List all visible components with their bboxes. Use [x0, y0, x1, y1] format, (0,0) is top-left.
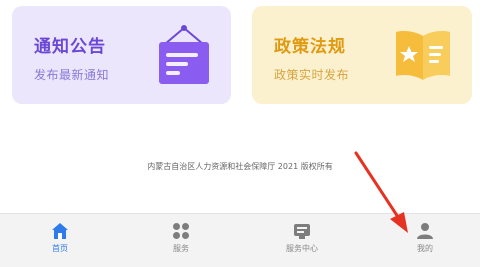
tab-service-center[interactable]: 服务中心	[262, 214, 342, 267]
bottom-tab-bar: 首页 服务 服务中心 我的	[0, 213, 480, 267]
tab-services-label: 服务	[173, 244, 189, 253]
tab-profile[interactable]: 我的	[385, 214, 465, 267]
service-center-icon	[294, 224, 310, 239]
tab-service-center-label: 服务中心	[286, 244, 318, 253]
tab-home[interactable]: 首页	[20, 214, 100, 267]
tab-home-label: 首页	[52, 244, 68, 253]
notice-card-title: 通知公告	[34, 37, 106, 57]
policy-card-subtitle: 政策实时发布	[274, 68, 350, 82]
policy-book-icon	[396, 31, 450, 80]
copyright-text: 内蒙古自治区人力资源和社会保障厅 2021 版权所有	[147, 162, 333, 171]
notice-card[interactable]: 通知公告 发布最新通知	[12, 6, 231, 104]
tab-profile-label: 我的	[417, 244, 433, 253]
policy-card-title: 政策法规	[274, 37, 346, 57]
home-icon	[52, 223, 68, 239]
notice-board-icon	[159, 25, 209, 84]
notice-card-subtitle: 发布最新通知	[34, 68, 110, 82]
tab-services[interactable]: 服务	[141, 214, 221, 267]
profile-icon	[417, 223, 433, 239]
grid-icon	[173, 223, 189, 239]
